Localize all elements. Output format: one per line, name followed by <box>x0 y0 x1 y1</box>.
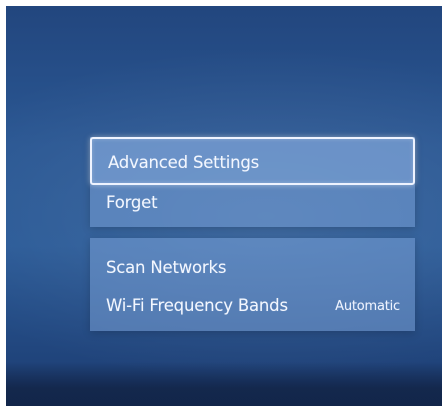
forget-label: Forget <box>106 193 158 212</box>
wifi-frequency-bands-label: Wi-Fi Frequency Bands <box>106 296 288 315</box>
scan-networks-label: Scan Networks <box>106 258 227 277</box>
wifi-frequency-bands-menu-item[interactable]: Wi-Fi Frequency Bands Automatic <box>90 290 415 324</box>
network-settings-screen: Advanced Settings Forget Scan Networks W… <box>6 6 442 406</box>
wifi-frequency-bands-value: Automatic <box>335 299 400 314</box>
wifi-options-menu: Scan Networks Wi-Fi Frequency Bands Auto… <box>90 238 415 331</box>
forget-menu-item[interactable]: Forget <box>90 187 415 227</box>
network-options-menu: Advanced Settings Forget <box>90 137 415 227</box>
bottom-bar <box>6 362 442 406</box>
scan-networks-menu-item[interactable]: Scan Networks <box>90 252 415 284</box>
advanced-settings-label: Advanced Settings <box>108 153 260 172</box>
advanced-settings-menu-item[interactable]: Advanced Settings <box>90 137 415 185</box>
